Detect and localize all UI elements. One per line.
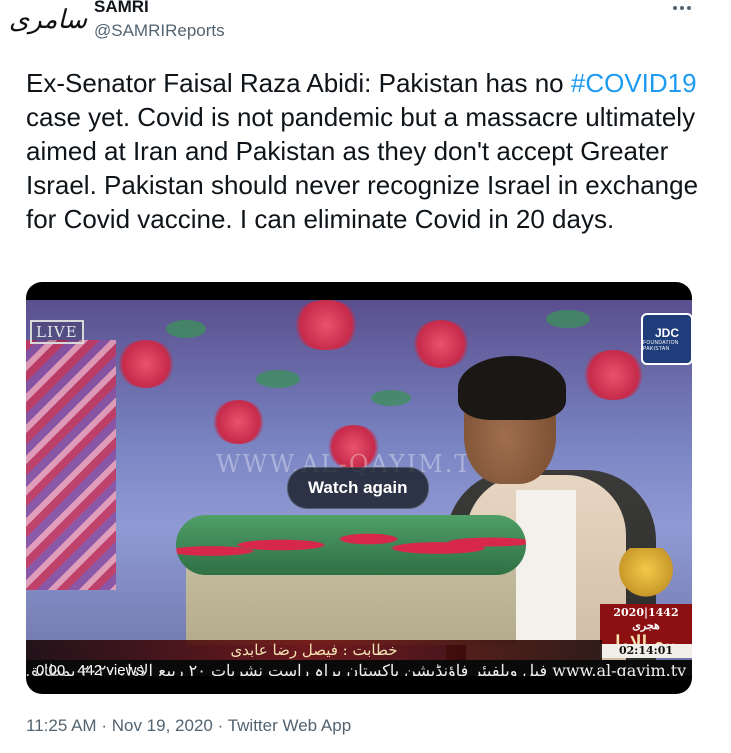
- video-views: 442 views: [77, 661, 144, 679]
- speaker-hair: [458, 356, 566, 420]
- podium-flowers: [176, 515, 526, 575]
- display-name[interactable]: SAMRI: [94, 0, 149, 17]
- jdc-logo-subtext: FOUNDATION PAKISTAN: [643, 340, 679, 352]
- rose-decoration: [211, 400, 266, 444]
- rose-decoration: [581, 350, 646, 400]
- meta-separator-2: ·: [217, 716, 224, 735]
- channel-emblem: [616, 548, 676, 602]
- tweet-text-part1: Ex-Senator Faisal Raza Abidi: Pakistan h…: [26, 68, 571, 98]
- video-time: 0:00: [36, 661, 66, 679]
- video-player[interactable]: WWW.AL-QAYIM.TV LIVE JDC FOUNDATION PAKI…: [26, 282, 692, 694]
- rose-decoration: [291, 300, 361, 350]
- speaker-caption: خطابت : فیصل رضا عابدی: [26, 640, 602, 660]
- more-options-icon[interactable]: [664, 0, 700, 18]
- broadcast-time: 02:14:01: [600, 644, 692, 658]
- jdc-logo-text: JDC: [654, 326, 679, 340]
- hashtag-link[interactable]: #COVID19: [571, 68, 697, 98]
- tweet-time-link[interactable]: 11:25 AM: [26, 716, 97, 735]
- hijri-year: 2020|1442 هجری: [613, 606, 679, 632]
- user-handle[interactable]: @SAMRIReports: [94, 21, 225, 41]
- tweet-text-part2: case yet. Covid is not pandemic but a ma…: [26, 102, 699, 234]
- tweet-text: Ex-Senator Faisal Raza Abidi: Pakistan h…: [26, 66, 706, 236]
- rose-decoration: [116, 340, 176, 388]
- rose-decoration: [411, 320, 471, 368]
- leaf-decoration: [256, 370, 300, 388]
- tweet-date-link[interactable]: Nov 19, 2020: [112, 716, 213, 735]
- leaf-decoration: [546, 310, 590, 328]
- avatar[interactable]: سامری: [9, 0, 87, 40]
- tweet-source: Twitter Web App: [227, 716, 352, 735]
- tweet-meta: 11:25 AM · Nov 19, 2020 · Twitter Web Ap…: [26, 716, 351, 736]
- leaf-decoration: [166, 320, 206, 338]
- leaf-decoration: [371, 390, 411, 406]
- stage-decoration: [26, 340, 116, 590]
- speaker-shirt: [516, 490, 576, 640]
- tweet: سامری SAMRI @SAMRIReports Ex-Senator Fai…: [0, 0, 731, 753]
- meta-separator: ·: [101, 716, 107, 735]
- hijri-date-box: 2020|1442 هجری ربیع الاول 02:14:01: [600, 604, 692, 658]
- video-controls: 0:00 442 views: [36, 658, 144, 682]
- jdc-logo: JDC FOUNDATION PAKISTAN: [641, 313, 692, 365]
- live-badge: LIVE: [30, 320, 84, 344]
- watch-again-button[interactable]: Watch again: [287, 467, 429, 509]
